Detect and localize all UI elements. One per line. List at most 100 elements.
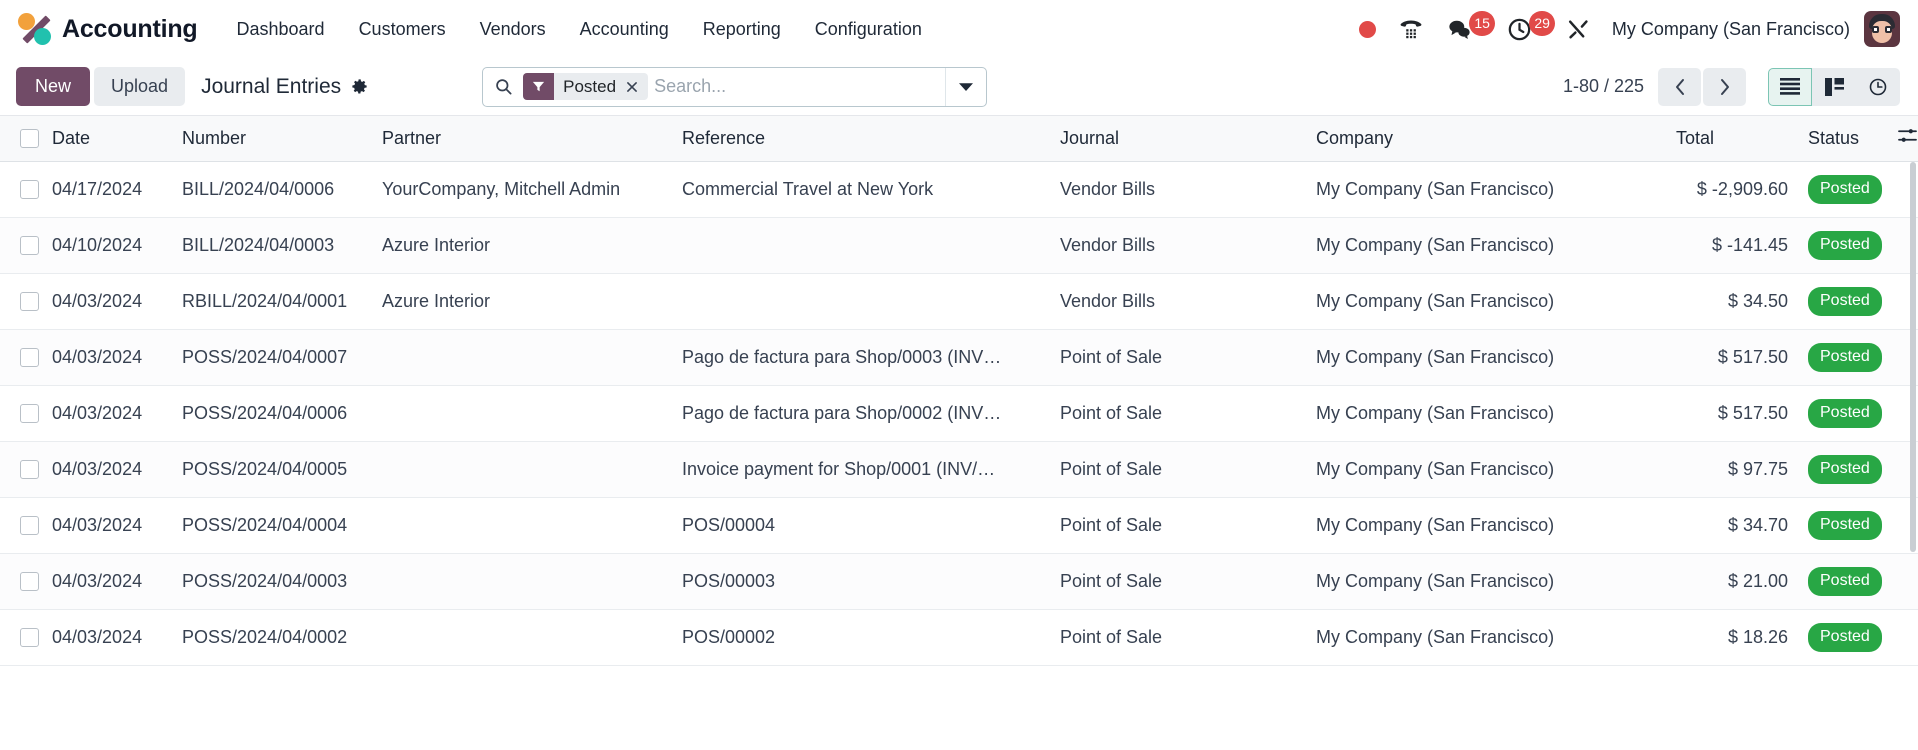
chevron-right-icon bbox=[1720, 78, 1729, 95]
cell-date: 04/03/2024 bbox=[42, 441, 172, 498]
company-switcher[interactable]: My Company (San Francisco) bbox=[1602, 19, 1864, 40]
header-row: Date Number Partner Reference Journal Co… bbox=[0, 116, 1918, 162]
cell-partner bbox=[372, 553, 672, 610]
cell-total: $ -141.45 bbox=[1666, 217, 1798, 274]
pager-previous-button[interactable] bbox=[1658, 67, 1701, 106]
gear-icon[interactable] bbox=[350, 77, 369, 96]
row-checkbox-icon[interactable] bbox=[20, 572, 39, 591]
cell-status: Posted bbox=[1798, 329, 1888, 386]
row-checkbox-cell[interactable] bbox=[0, 441, 42, 498]
search-facet-posted[interactable]: Posted bbox=[523, 73, 649, 100]
scrollbar-thumb[interactable] bbox=[1910, 162, 1916, 552]
activities-counter[interactable]: 29 bbox=[1495, 10, 1555, 47]
column-header-reference[interactable]: Reference bbox=[672, 116, 1050, 162]
close-x-icon[interactable] bbox=[623, 73, 648, 100]
column-header-partner[interactable]: Partner bbox=[372, 116, 672, 162]
cell-date: 04/17/2024 bbox=[42, 161, 172, 218]
row-checkbox-icon[interactable] bbox=[20, 404, 39, 423]
cell-status: Posted bbox=[1798, 609, 1888, 666]
table-row[interactable]: 04/03/2024 POSS/2024/04/0006 Pago de factu… bbox=[0, 385, 1918, 442]
cell-reference: POS/00003 bbox=[672, 553, 1050, 610]
nav-configuration[interactable]: Configuration bbox=[798, 11, 939, 48]
nav-customers[interactable]: Customers bbox=[342, 11, 463, 48]
table-row[interactable]: 04/03/2024 POSS/2024/04/0005 Invoice payme… bbox=[0, 441, 1918, 498]
record-dot-icon[interactable] bbox=[1348, 17, 1387, 42]
cell-reference: Pago de factura para Shop/0002 (INV… bbox=[672, 385, 1050, 442]
row-checkbox-cell[interactable] bbox=[0, 273, 42, 330]
view-list-button[interactable] bbox=[1768, 67, 1812, 106]
column-header-journal[interactable]: Journal bbox=[1050, 116, 1306, 162]
table-row[interactable]: 04/03/2024 POSS/2024/04/0003 POS/00003 Poin… bbox=[0, 553, 1918, 610]
vertical-scrollbar[interactable] bbox=[1908, 116, 1918, 750]
chevron-left-icon bbox=[1675, 78, 1684, 95]
phone-dialpad-icon[interactable] bbox=[1387, 12, 1435, 46]
cell-partner bbox=[372, 441, 672, 498]
cell-company: My Company (San Francisco) bbox=[1306, 609, 1666, 666]
row-checkbox-icon[interactable] bbox=[20, 180, 39, 199]
table-row[interactable]: 04/10/2024 BILL/2024/04/0003 Azure Interio… bbox=[0, 217, 1918, 274]
cell-journal: Vendor Bills bbox=[1050, 161, 1306, 218]
row-checkbox-icon[interactable] bbox=[20, 292, 39, 311]
row-checkbox-icon[interactable] bbox=[20, 516, 39, 535]
cell-company: My Company (San Francisco) bbox=[1306, 329, 1666, 386]
search-input[interactable] bbox=[654, 67, 946, 106]
cell-date: 04/03/2024 bbox=[42, 385, 172, 442]
table-row[interactable]: 04/03/2024 POSS/2024/04/0007 Pago de factu… bbox=[0, 329, 1918, 386]
cell-reference bbox=[672, 217, 1050, 274]
column-header-status[interactable]: Status bbox=[1798, 116, 1888, 162]
breadcrumb: Journal Entries bbox=[201, 75, 369, 99]
cell-total: $ 34.50 bbox=[1666, 273, 1798, 330]
table-row[interactable]: 04/03/2024 POSS/2024/04/0002 POS/00002 Poin… bbox=[0, 609, 1918, 666]
row-checkbox-icon[interactable] bbox=[20, 628, 39, 647]
row-checkbox-cell[interactable] bbox=[0, 385, 42, 442]
new-button[interactable]: New bbox=[16, 67, 91, 106]
table-row[interactable]: 04/17/2024 BILL/2024/04/0006 YourCompany, … bbox=[0, 161, 1918, 218]
nav-vendors[interactable]: Vendors bbox=[463, 11, 563, 48]
column-header-date[interactable]: Date bbox=[42, 116, 172, 162]
row-checkbox-cell[interactable] bbox=[0, 217, 42, 274]
cell-reference: Commercial Travel at New York bbox=[672, 161, 1050, 218]
row-checkbox-icon[interactable] bbox=[20, 460, 39, 479]
search-icon[interactable] bbox=[483, 68, 523, 106]
row-checkbox-cell[interactable] bbox=[0, 497, 42, 554]
cell-journal: Vendor Bills bbox=[1050, 217, 1306, 274]
upload-button[interactable]: Upload bbox=[94, 67, 186, 106]
status-badge: Posted bbox=[1808, 567, 1882, 596]
chevron-down-icon[interactable] bbox=[945, 67, 986, 106]
cell-reference: POS/00004 bbox=[672, 497, 1050, 554]
table-row[interactable]: 04/03/2024 POSS/2024/04/0004 POS/00004 Poin… bbox=[0, 497, 1918, 554]
cell-number: BILL/2024/04/0003 bbox=[172, 217, 372, 274]
row-checkbox-icon[interactable] bbox=[20, 348, 39, 367]
row-checkbox-cell[interactable] bbox=[0, 161, 42, 218]
cell-total: $ 21.00 bbox=[1666, 553, 1798, 610]
view-kanban-button[interactable] bbox=[1812, 67, 1856, 106]
cell-date: 04/03/2024 bbox=[42, 329, 172, 386]
row-checkbox-cell[interactable] bbox=[0, 329, 42, 386]
pager-range[interactable]: 1-80 / 225 bbox=[1563, 76, 1644, 97]
kanban-view-icon bbox=[1824, 77, 1844, 96]
nav-reporting[interactable]: Reporting bbox=[686, 11, 798, 48]
wrench-tools-icon[interactable] bbox=[1555, 13, 1602, 46]
pager-next-button[interactable] bbox=[1703, 67, 1746, 106]
row-checkbox-cell[interactable] bbox=[0, 609, 42, 666]
select-all-checkbox-icon[interactable] bbox=[20, 128, 39, 148]
cell-partner bbox=[372, 329, 672, 386]
view-activity-button[interactable] bbox=[1856, 67, 1900, 106]
cell-date: 04/03/2024 bbox=[42, 497, 172, 554]
row-checkbox-cell[interactable] bbox=[0, 553, 42, 610]
nav-dashboard[interactable]: Dashboard bbox=[220, 11, 342, 48]
user-avatar-icon[interactable] bbox=[1864, 11, 1900, 47]
row-checkbox-icon[interactable] bbox=[20, 236, 39, 255]
app-brand-name[interactable]: Accounting bbox=[62, 15, 198, 44]
messages-badge: 15 bbox=[1469, 10, 1495, 36]
column-header-company[interactable]: Company bbox=[1306, 116, 1666, 162]
column-header-total[interactable]: Total bbox=[1666, 116, 1798, 162]
odoo-logo-icon[interactable] bbox=[16, 9, 56, 49]
cell-company: My Company (San Francisco) bbox=[1306, 161, 1666, 218]
table-row[interactable]: 04/03/2024 RBILL/2024/04/0001 Azure Interi… bbox=[0, 273, 1918, 330]
cell-total: $ 18.26 bbox=[1666, 609, 1798, 666]
select-all-header[interactable] bbox=[0, 116, 42, 162]
column-header-number[interactable]: Number bbox=[172, 116, 372, 162]
nav-accounting[interactable]: Accounting bbox=[563, 11, 686, 48]
messages-counter[interactable]: 15 bbox=[1435, 10, 1495, 47]
